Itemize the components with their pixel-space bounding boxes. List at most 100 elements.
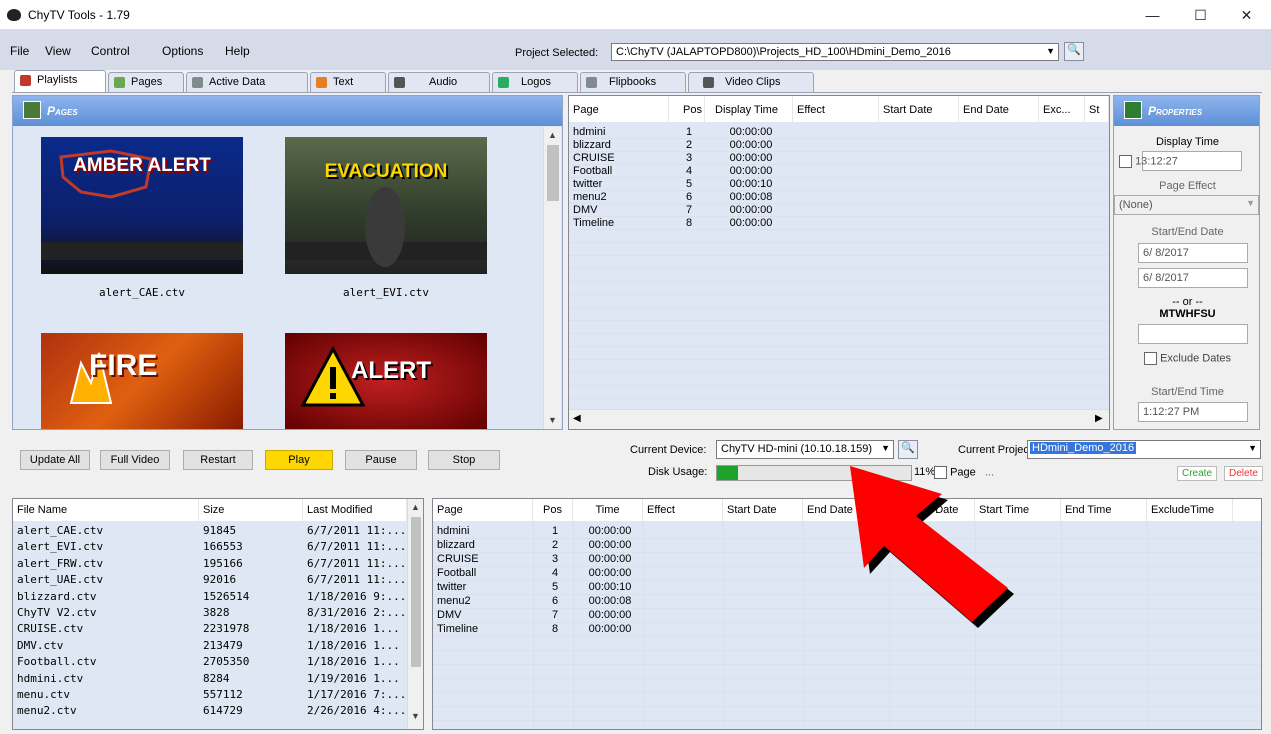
thumb-fire[interactable]: FIRE [41, 333, 243, 429]
table-cell: 1/18/2016 1... [307, 655, 400, 669]
list-item[interactable]: hdmini.ctv 8284 1/19/2016 1... [13, 672, 407, 686]
list-item[interactable]: menu.ctv 557112 1/17/2016 7:... [13, 688, 407, 702]
files-scrollbar[interactable]: ▲ ▼ [407, 499, 423, 729]
scroll-right-icon[interactable]: ▶ [1095, 413, 1103, 424]
maximize-button[interactable]: ☐ [1178, 0, 1223, 30]
tab-text[interactable]: Text [310, 72, 386, 92]
minimize-button[interactable]: — [1130, 0, 1175, 30]
tab-active-data[interactable]: Active Data [186, 72, 308, 92]
start-date-field[interactable]: 6/ 8/2017 [1138, 243, 1248, 263]
list-item[interactable]: alert_FRW.ctv 195166 6/7/2011 11:... [13, 557, 407, 571]
days-field[interactable] [1138, 324, 1248, 344]
grid-line [569, 347, 1109, 360]
col-st[interactable]: St [1085, 96, 1109, 122]
pages-scrollbar[interactable]: ▲ ▼ [543, 127, 561, 429]
col-size[interactable]: Size [199, 499, 303, 521]
list-item[interactable]: CRUISE.ctv 2231978 1/18/2016 1... [13, 622, 407, 636]
search-icon[interactable]: 🔍 [1064, 42, 1084, 61]
list-item[interactable]: alert_UAE.ctv 92016 6/7/2011 11:... [13, 573, 407, 587]
col-pos[interactable]: Pos [669, 96, 705, 122]
col-exclude[interactable]: Exc... [1039, 96, 1085, 122]
create-button[interactable]: Create [1177, 466, 1218, 481]
col-end-date[interactable]: End Date [959, 96, 1039, 122]
stop-button[interactable]: Stop [428, 450, 500, 470]
play-button[interactable]: Play [265, 450, 333, 470]
full-video-button[interactable]: Full Video [100, 450, 170, 470]
playlist-grid[interactable]: Page Pos Display Time Effect Start Date … [568, 95, 1110, 430]
grid-line [569, 282, 1109, 295]
table-cell: Football.ctv [17, 655, 97, 669]
list-item[interactable]: menu2.ctv 614729 2/26/2016 4:... [13, 704, 407, 718]
tab-video-clips[interactable]: Video Clips [688, 72, 814, 92]
end-date-field[interactable]: 6/ 8/2017 [1138, 268, 1248, 288]
tab-pages[interactable]: Pages [108, 72, 184, 92]
end-date-value: 6/ 8/2017 [1143, 272, 1189, 284]
project-selected-dropdown[interactable]: C:\ChyTV (JALAPTOPD800)\Projects_HD_100\… [611, 43, 1059, 61]
exclude-dates[interactable]: Exclude Dates [1114, 352, 1259, 365]
display-time-checkbox[interactable] [1119, 155, 1132, 168]
current-project-dropdown[interactable]: HDmini_Demo_2016 ▼ [1027, 440, 1261, 459]
col-last-modified[interactable]: Last Modified [303, 499, 407, 521]
col-header[interactable]: End Time [1061, 499, 1147, 521]
tab-playlists[interactable]: Playlists [14, 70, 106, 92]
col-start-date[interactable]: Start Date [879, 96, 959, 122]
menu-view[interactable]: View [45, 44, 71, 58]
scroll-up-icon[interactable]: ▲ [544, 130, 561, 140]
update-all-button[interactable]: Update All [20, 450, 90, 470]
menu-options[interactable]: Options [162, 44, 203, 58]
pause-button[interactable]: Pause [345, 450, 417, 470]
list-item[interactable]: alert_CAE.ctv 91845 6/7/2011 11:... [13, 524, 407, 538]
table-cell: alert_EVI.ctv [17, 540, 104, 554]
exclude-dates-checkbox[interactable] [1144, 352, 1157, 365]
col-page[interactable]: Page [569, 96, 669, 122]
thumb-alert-evi[interactable]: EVACUATION [285, 137, 487, 274]
start-time-field[interactable]: 1:12:27 PM [1138, 402, 1248, 422]
delete-button[interactable]: Delete [1224, 466, 1263, 481]
tab-flipbooks[interactable]: Flipbooks [580, 72, 686, 92]
scroll-down-icon[interactable]: ▼ [408, 711, 423, 721]
restart-button[interactable]: Restart [183, 450, 253, 470]
display-time-field[interactable]: 13:12:27 [1119, 151, 1242, 171]
table-cell: 2231978 [203, 622, 250, 636]
col-display-time[interactable]: Display Time [705, 96, 793, 122]
thumb-alert-cae[interactable]: AMBER ALERT [41, 137, 243, 274]
table-cell: CRUISE.ctv [17, 622, 84, 636]
table-cell: 2/26/2016 4:... [307, 704, 407, 718]
col-file-name[interactable]: File Name [13, 499, 199, 521]
scroll-down-icon[interactable]: ▼ [544, 415, 561, 425]
grid-line [433, 679, 1261, 693]
close-button[interactable]: ✕ [1224, 0, 1269, 30]
list-item[interactable]: alert_EVI.ctv 166553 6/7/2011 11:... [13, 540, 407, 554]
col-header[interactable]: Page [433, 499, 533, 521]
list-item[interactable]: ChyTV V2.ctv 3828 8/31/2016 2:... [13, 606, 407, 620]
col-header[interactable]: Start Date [723, 499, 803, 521]
files-grid[interactable]: File Name Size Last Modified alert_CAE.c… [12, 498, 424, 730]
col-header[interactable]: Effect [643, 499, 723, 521]
playlist-hscrollbar[interactable]: ◀ ▶ [569, 409, 1109, 429]
table-cell: 6/7/2011 11:... [307, 540, 407, 554]
pages-panel-header: Pages [13, 96, 562, 126]
evacuation-graphic [285, 187, 487, 267]
scroll-up-icon[interactable]: ▲ [408, 502, 423, 512]
logo-icon [498, 77, 509, 88]
scroll-thumb[interactable] [411, 517, 421, 667]
scroll-thumb[interactable] [547, 145, 559, 201]
list-item[interactable]: Football.ctv 2705350 1/18/2016 1... [13, 655, 407, 669]
col-header[interactable]: ExcludeTime [1147, 499, 1233, 521]
col-header[interactable]: Pos [533, 499, 573, 521]
tab-audio[interactable]: Audio [388, 72, 490, 92]
project-selected-label: Project Selected: [515, 47, 599, 59]
scroll-left-icon[interactable]: ◀ [573, 413, 581, 424]
grid-line [569, 360, 1109, 373]
thumb-alert[interactable]: ALERT [285, 333, 487, 429]
col-effect[interactable]: Effect [793, 96, 879, 122]
col-header[interactable]: Time [573, 499, 643, 521]
menu-control[interactable]: Control [91, 44, 130, 58]
tab-logos[interactable]: Logos [492, 72, 578, 92]
list-item[interactable]: DMV.ctv 213479 1/18/2016 1... [13, 639, 407, 653]
menu-help[interactable]: Help [225, 44, 250, 58]
project-selected-value: C:\ChyTV (JALAPTOPD800)\Projects_HD_100\… [616, 46, 951, 58]
list-item[interactable]: blizzard.ctv 1526514 1/18/2016 9:... [13, 590, 407, 604]
menu-file[interactable]: File [10, 44, 29, 58]
page-effect-dropdown[interactable]: (None) ▼ [1114, 195, 1259, 215]
